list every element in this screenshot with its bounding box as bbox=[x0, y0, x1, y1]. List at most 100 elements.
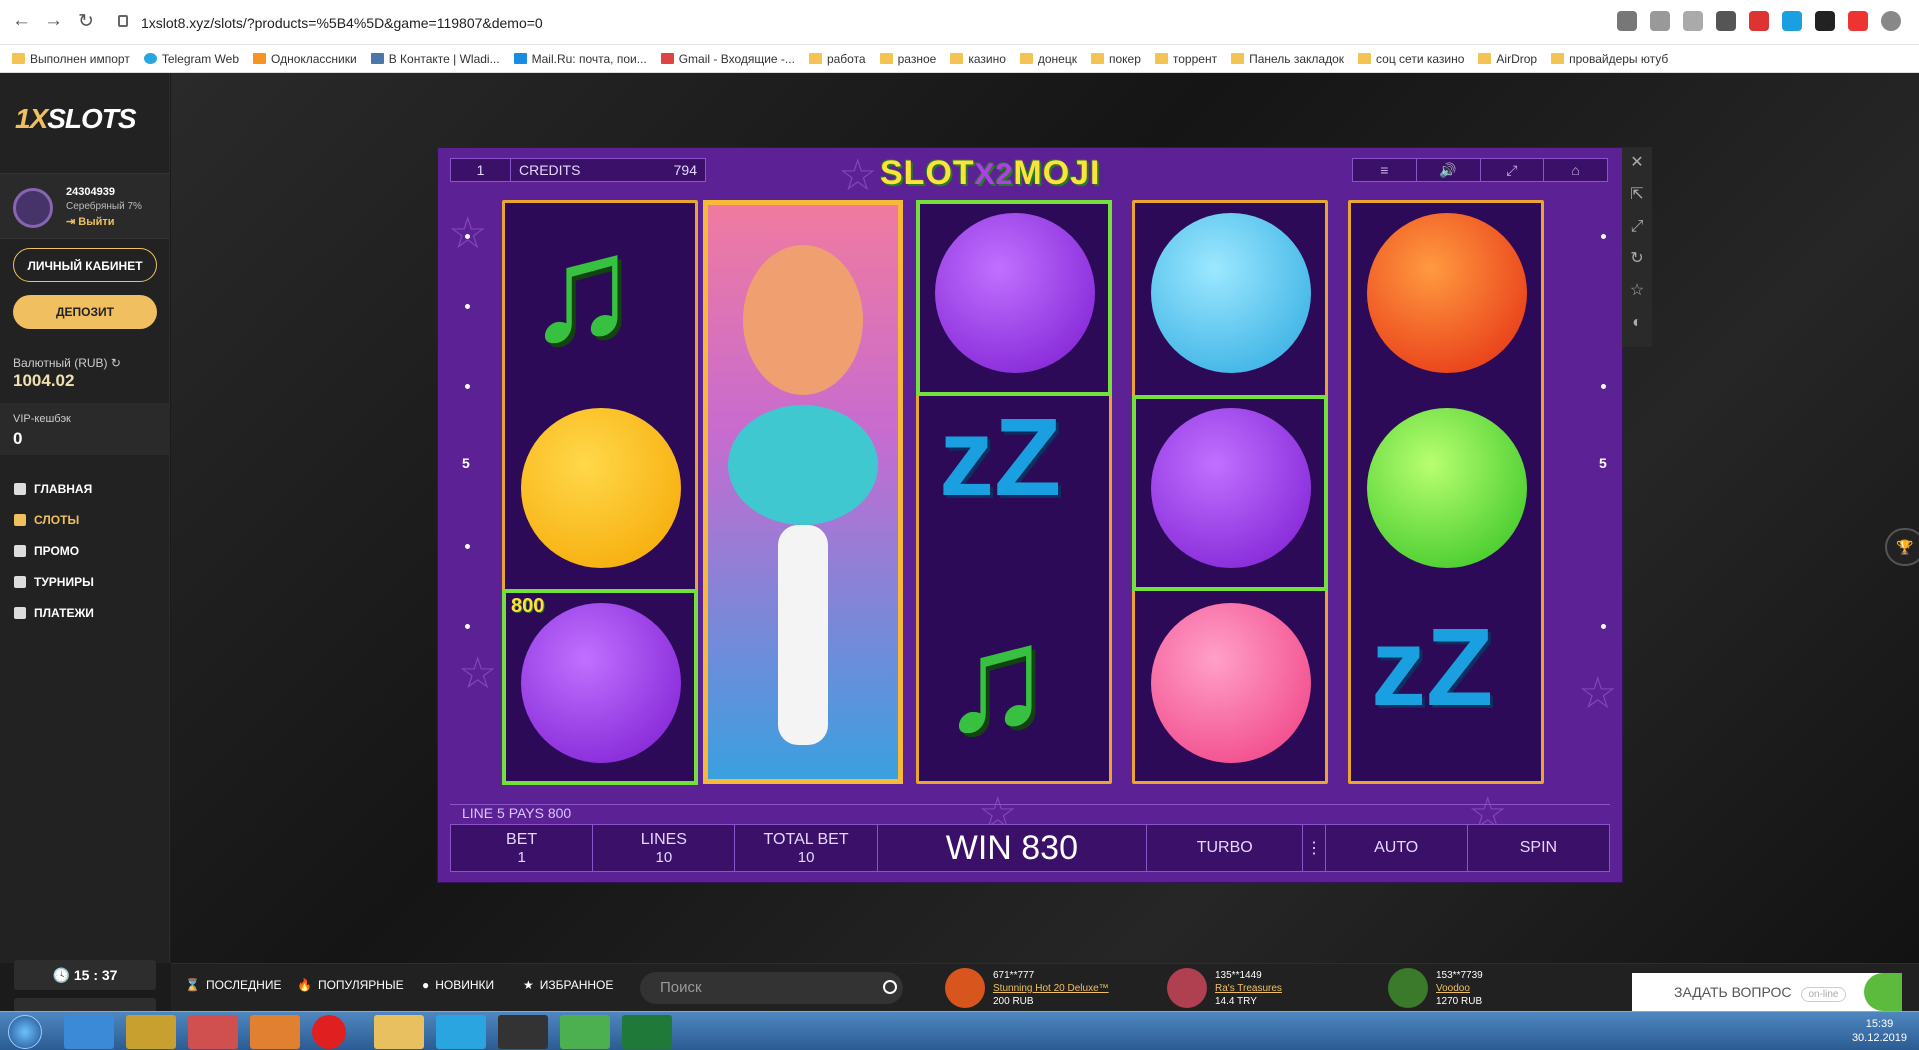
bookmark-folder[interactable]: покер bbox=[1090, 52, 1141, 66]
app-icon[interactable] bbox=[188, 1015, 238, 1049]
address-bar[interactable]: 1xslot8.xyz/slots/?products=%5B4%5D&game… bbox=[115, 11, 1515, 35]
refresh-icon[interactable]: ↻ bbox=[1622, 243, 1652, 275]
bookmark-folder[interactable]: донецк bbox=[1019, 52, 1077, 66]
menu-icon[interactable]: ≡ bbox=[1353, 159, 1417, 181]
logout-link[interactable]: ⇥ Выйти bbox=[66, 215, 115, 228]
ask-question-button[interactable]: ЗАДАТЬ ВОПРОС on-line bbox=[1632, 973, 1902, 1011]
recent-win[interactable]: 135**1449 Ra's Treasures 14.4 TRY bbox=[1167, 968, 1282, 1008]
star-decoration: ☆ bbox=[838, 151, 878, 200]
folder-icon[interactable] bbox=[374, 1015, 424, 1049]
bookmark-folder[interactable]: провайдеры ютуб bbox=[1551, 52, 1668, 66]
bookmark[interactable]: Выполнен импорт bbox=[12, 52, 130, 66]
toggle-icon[interactable]: ◐ bbox=[1622, 307, 1652, 339]
share-icon[interactable]: ⇱ bbox=[1622, 179, 1652, 211]
game-menu: ≡ 🔊 ⤢ ⌂ bbox=[1352, 158, 1608, 182]
tab-new[interactable]: ● НОВИНКИ bbox=[422, 978, 494, 992]
tab-popular[interactable]: 🔥 ПОПУЛЯРНЫЕ bbox=[297, 978, 404, 992]
camera-icon[interactable] bbox=[1815, 11, 1835, 31]
extension-icon[interactable] bbox=[1716, 11, 1736, 31]
tab-favorites[interactable]: ★ ИЗБРАННОЕ bbox=[523, 978, 613, 992]
favorite-icon[interactable]: ☆ bbox=[1622, 275, 1652, 307]
bookmark[interactable]: Telegram Web bbox=[143, 52, 239, 66]
heart-eyes-emoji-symbol bbox=[1151, 603, 1311, 763]
expand-icon[interactable]: ⤢ bbox=[1622, 211, 1652, 243]
recent-win[interactable]: 153**7739 Voodoo 1270 RUB bbox=[1388, 968, 1483, 1008]
nav-promo[interactable]: ПРОМО bbox=[14, 535, 94, 566]
tournament-trophy-icon[interactable]: 🏆 bbox=[1885, 528, 1919, 566]
tab-recent[interactable]: ⌛ ПОСЛЕДНИЕ bbox=[185, 978, 281, 992]
nav-home[interactable]: ГЛАВНАЯ bbox=[14, 473, 94, 504]
extension-icon[interactable] bbox=[1848, 11, 1868, 31]
bookmark[interactable]: В Контакте | Wladi... bbox=[370, 52, 500, 66]
forward-icon[interactable]: → bbox=[44, 10, 63, 32]
lines-control[interactable]: LINES 10 bbox=[593, 825, 736, 871]
bookmark-folder[interactable]: работа bbox=[808, 52, 866, 66]
chrome-icon[interactable] bbox=[560, 1015, 610, 1049]
bookmark[interactable]: Одноклассники bbox=[253, 52, 357, 66]
nav-slots[interactable]: СЛОТЫ bbox=[14, 504, 94, 535]
cabinet-button[interactable]: ЛИЧНЫЙ КАБИНЕТ bbox=[13, 248, 157, 282]
turbo-button[interactable]: TURBO bbox=[1147, 825, 1304, 871]
bookmark-folder[interactable]: Панель закладок bbox=[1231, 52, 1344, 66]
ie-icon[interactable] bbox=[64, 1015, 114, 1049]
opera-icon[interactable] bbox=[312, 1015, 346, 1049]
win-frame bbox=[502, 589, 698, 785]
total-bet: TOTAL BET 10 bbox=[735, 825, 878, 871]
app-icon[interactable] bbox=[498, 1015, 548, 1049]
back-icon[interactable]: ← bbox=[12, 10, 31, 32]
balance-label[interactable]: Валютный (RUB) ↻ bbox=[13, 356, 121, 370]
game-search-input[interactable]: Поиск bbox=[640, 972, 903, 1004]
spin-button[interactable]: SPIN bbox=[1468, 825, 1609, 871]
bookmark[interactable]: Gmail - Входящие -... bbox=[660, 52, 795, 66]
auto-button[interactable]: AUTO bbox=[1326, 825, 1468, 871]
star-icon: ★ bbox=[523, 978, 534, 992]
bookmark-folder[interactable]: торрент bbox=[1154, 52, 1217, 66]
excel-icon[interactable] bbox=[622, 1015, 672, 1049]
site-logo[interactable]: 1XSLOTS bbox=[15, 103, 137, 135]
star-decoration: ☆ bbox=[458, 649, 498, 698]
skype-icon[interactable] bbox=[1782, 11, 1802, 31]
game-side-tools: ✕ ⇱ ⤢ ↻ ☆ ◐ bbox=[1622, 147, 1652, 347]
recent-win[interactable]: 671**777 Stunning Hot 20 Deluxe™ 200 RUB bbox=[945, 968, 1109, 1008]
bubble-icon: ● bbox=[422, 978, 430, 992]
bet-control[interactable]: BET 1 bbox=[451, 825, 594, 871]
ballerina-tutu bbox=[728, 405, 878, 525]
fullscreen-icon[interactable]: ⤢ bbox=[1481, 159, 1545, 181]
extension-icon[interactable] bbox=[1749, 11, 1769, 31]
game-title: SLOTX2MOJI bbox=[880, 154, 1101, 192]
game-thumbnail bbox=[945, 968, 985, 1008]
home-icon[interactable]: ⌂ bbox=[1544, 159, 1607, 181]
extension-icon[interactable] bbox=[1617, 11, 1637, 31]
line-dot bbox=[465, 304, 470, 309]
zoom-icon[interactable] bbox=[1650, 11, 1670, 31]
tray-time: 15:39 bbox=[1865, 1018, 1894, 1030]
nav-payments[interactable]: ПЛАТЕЖИ bbox=[14, 597, 94, 628]
reload-icon[interactable]: ↻ bbox=[78, 10, 94, 33]
profile-avatar[interactable] bbox=[1881, 11, 1901, 31]
star-icon[interactable] bbox=[1683, 11, 1703, 31]
nav-tournaments[interactable]: ТУРНИРЫ bbox=[14, 566, 94, 597]
sound-icon[interactable]: 🔊 bbox=[1417, 159, 1481, 181]
star-decoration: ☆ bbox=[1578, 669, 1618, 718]
sleep-z-symbol: zZ bbox=[1371, 606, 1494, 729]
media-icon[interactable] bbox=[250, 1015, 300, 1049]
bookmark[interactable]: Mail.Ru: почта, пои... bbox=[513, 52, 647, 66]
more-icon[interactable]: ⋮ bbox=[1303, 825, 1326, 871]
credits-label: CREDITS bbox=[519, 162, 581, 178]
search-icon[interactable] bbox=[883, 980, 897, 994]
telegram-icon[interactable] bbox=[436, 1015, 486, 1049]
bookmark-folder[interactable]: казино bbox=[950, 52, 1006, 66]
close-icon[interactable]: ✕ bbox=[1622, 147, 1652, 179]
start-button[interactable] bbox=[8, 1015, 42, 1049]
slot-game[interactable]: ☆ ☆ ☆ ☆ ☆ ☆ ☆ 1 CREDITS 794 SLOTX2MOJI ≡… bbox=[437, 147, 1623, 883]
ballerina-legs bbox=[778, 525, 828, 745]
angry-emoji-symbol bbox=[1367, 213, 1527, 373]
app-icon[interactable] bbox=[126, 1015, 176, 1049]
tray-date: 30.12.2019 bbox=[1851, 1032, 1907, 1044]
deposit-button[interactable]: ДЕПОЗИТ bbox=[13, 295, 157, 329]
game-thumbnail bbox=[1167, 968, 1207, 1008]
bookmark-folder[interactable]: соц сети казино bbox=[1358, 52, 1464, 66]
bookmark-folder[interactable]: разное bbox=[879, 52, 936, 66]
avatar bbox=[13, 188, 53, 228]
bookmark-folder[interactable]: AirDrop bbox=[1478, 52, 1537, 66]
